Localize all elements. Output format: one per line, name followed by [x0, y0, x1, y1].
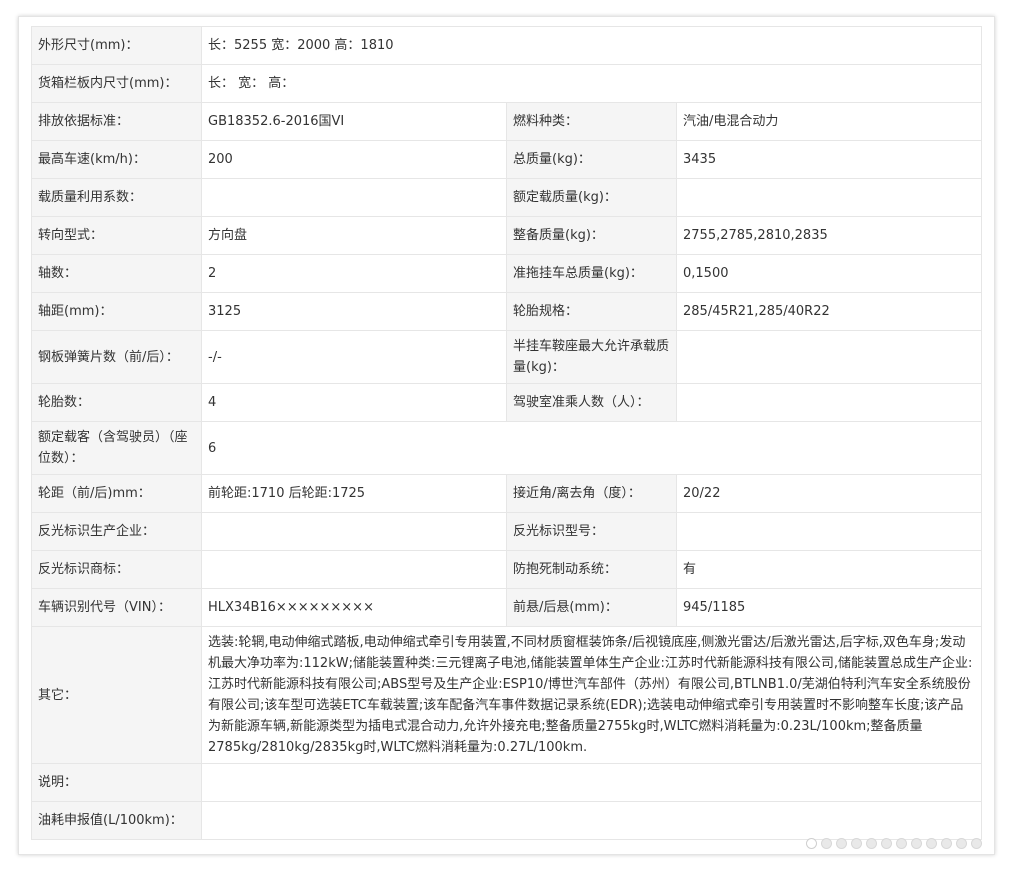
- row-label-2: 轮胎规格：: [506, 292, 677, 331]
- pagination-dot[interactable]: [851, 838, 862, 849]
- table-row: 货箱栏板内尺寸(mm)： 长： 宽： 高：: [31, 64, 983, 103]
- row-value-2: 有: [675, 550, 983, 589]
- row-value: [200, 801, 983, 840]
- row-value-2: 2755,2785,2810,2835: [675, 216, 983, 255]
- row-label-2: 接近角/离去角（度）：: [506, 474, 677, 513]
- row-label-2: 整备质量(kg)：: [506, 216, 677, 255]
- row-value-2: 285/45R21,285/40R22: [675, 292, 983, 331]
- row-value: HLX34B16×××××××××: [201, 588, 507, 627]
- table-row: 载质量利用系数： 额定载质量(kg)：: [31, 178, 983, 217]
- row-value-2: [675, 330, 983, 384]
- row-label: 轴数：: [31, 254, 202, 293]
- vehicle-spec-table: 外形尺寸(mm)： 长：5255 宽：2000 高：1810 货箱栏板内尺寸(m…: [31, 26, 983, 840]
- row-label: 转向型式：: [31, 216, 202, 255]
- row-label-2: 总质量(kg)：: [506, 140, 677, 179]
- row-value: 长： 宽： 高：: [200, 64, 983, 103]
- table-row: 转向型式： 方向盘 整备质量(kg)： 2755,2785,2810,2835: [31, 216, 983, 255]
- row-label: 反光标识生产企业：: [31, 512, 202, 551]
- row-value: 选装:轮辋,电动伸缩式踏板,电动伸缩式牵引专用装置,不同材质窗框装饰条/后视镜底…: [200, 626, 983, 764]
- row-label-2: 驾驶室准乘人数（人）：: [506, 383, 677, 422]
- row-value-2: [675, 178, 983, 217]
- table-row: 反光标识生产企业： 反光标识型号：: [31, 512, 983, 551]
- row-value: 2: [201, 254, 507, 293]
- row-label: 货箱栏板内尺寸(mm)：: [31, 64, 202, 103]
- row-label: 外形尺寸(mm)：: [31, 26, 202, 65]
- row-value: GB18352.6-2016国VI: [201, 102, 507, 141]
- table-row: 轴距(mm)： 3125 轮胎规格： 285/45R21,285/40R22: [31, 292, 983, 331]
- row-label: 额定载客（含驾驶员）（座位数）：: [31, 421, 202, 475]
- row-value-2: 汽油/电混合动力: [675, 102, 983, 141]
- pagination-dot[interactable]: [941, 838, 952, 849]
- table-row: 最高车速(km/h)： 200 总质量(kg)： 3435: [31, 140, 983, 179]
- row-value-2: [675, 383, 983, 422]
- row-label: 轴距(mm)：: [31, 292, 202, 331]
- row-label: 其它：: [31, 626, 202, 764]
- table-row: 其它： 选装:轮辋,电动伸缩式踏板,电动伸缩式牵引专用装置,不同材质窗框装饰条/…: [31, 626, 983, 764]
- row-value: -/-: [201, 330, 507, 384]
- row-value: [201, 512, 507, 551]
- row-label-2: 燃料种类：: [506, 102, 677, 141]
- row-value: 3125: [201, 292, 507, 331]
- row-label: 轮胎数：: [31, 383, 202, 422]
- pagination-dot[interactable]: [866, 838, 877, 849]
- row-label: 油耗申报值(L/100km)：: [31, 801, 202, 840]
- pagination-dot[interactable]: [821, 838, 832, 849]
- row-value-2: 20/22: [675, 474, 983, 513]
- row-value: 6: [200, 421, 983, 475]
- row-value: 4: [201, 383, 507, 422]
- row-label: 最高车速(km/h)：: [31, 140, 202, 179]
- table-row: 额定载客（含驾驶员）（座位数）： 6: [31, 421, 983, 475]
- table-row: 钢板弹簧片数（前/后）： -/- 半挂车鞍座最大允许承载质量(kg)：: [31, 330, 983, 384]
- pagination-dot[interactable]: [881, 838, 892, 849]
- table-row: 轴数： 2 准拖挂车总质量(kg)： 0,1500: [31, 254, 983, 293]
- pagination-dot[interactable]: [926, 838, 937, 849]
- table-row: 说明：: [31, 763, 983, 802]
- pagination-dot[interactable]: [806, 838, 817, 849]
- row-label-2: 准拖挂车总质量(kg)：: [506, 254, 677, 293]
- pagination-dot[interactable]: [836, 838, 847, 849]
- row-label: 说明：: [31, 763, 202, 802]
- row-label: 排放依据标准：: [31, 102, 202, 141]
- row-value: 长：5255 宽：2000 高：1810: [200, 26, 983, 65]
- pagination-dot[interactable]: [956, 838, 967, 849]
- row-label-2: 前悬/后悬(mm)：: [506, 588, 677, 627]
- row-label-2: 额定载质量(kg)：: [506, 178, 677, 217]
- row-label-2: 半挂车鞍座最大允许承载质量(kg)：: [506, 330, 677, 384]
- row-label-2: 反光标识型号：: [506, 512, 677, 551]
- pagination-dot[interactable]: [896, 838, 907, 849]
- row-label: 载质量利用系数：: [31, 178, 202, 217]
- row-value: [201, 550, 507, 589]
- row-value-2: 3435: [675, 140, 983, 179]
- row-value-2: [675, 512, 983, 551]
- table-row: 轮距（前/后)mm： 前轮距:1710 后轮距:1725 接近角/离去角（度）：…: [31, 474, 983, 513]
- row-label: 反光标识商标：: [31, 550, 202, 589]
- row-label: 轮距（前/后)mm：: [31, 474, 202, 513]
- row-value: 前轮距:1710 后轮距:1725: [201, 474, 507, 513]
- row-value: [200, 763, 983, 802]
- row-value: [201, 178, 507, 217]
- row-label: 车辆识别代号（VIN）：: [31, 588, 202, 627]
- table-row: 外形尺寸(mm)： 长：5255 宽：2000 高：1810: [31, 26, 983, 65]
- row-label-2: 防抱死制动系统：: [506, 550, 677, 589]
- image-pagination: [806, 838, 982, 849]
- row-value: 方向盘: [201, 216, 507, 255]
- table-row: 轮胎数： 4 驾驶室准乘人数（人）：: [31, 383, 983, 422]
- row-value: 200: [201, 140, 507, 179]
- row-value-2: 945/1185: [675, 588, 983, 627]
- table-row: 排放依据标准： GB18352.6-2016国VI 燃料种类： 汽油/电混合动力: [31, 102, 983, 141]
- row-value-2: 0,1500: [675, 254, 983, 293]
- row-label: 钢板弹簧片数（前/后）：: [31, 330, 202, 384]
- pagination-dot[interactable]: [911, 838, 922, 849]
- pagination-dot[interactable]: [971, 838, 982, 849]
- table-row: 油耗申报值(L/100km)：: [31, 801, 983, 840]
- table-row: 反光标识商标： 防抱死制动系统： 有: [31, 550, 983, 589]
- table-row: 车辆识别代号（VIN）： HLX34B16××××××××× 前悬/后悬(mm)…: [31, 588, 983, 627]
- spec-panel: 外形尺寸(mm)： 长：5255 宽：2000 高：1810 货箱栏板内尺寸(m…: [18, 16, 995, 855]
